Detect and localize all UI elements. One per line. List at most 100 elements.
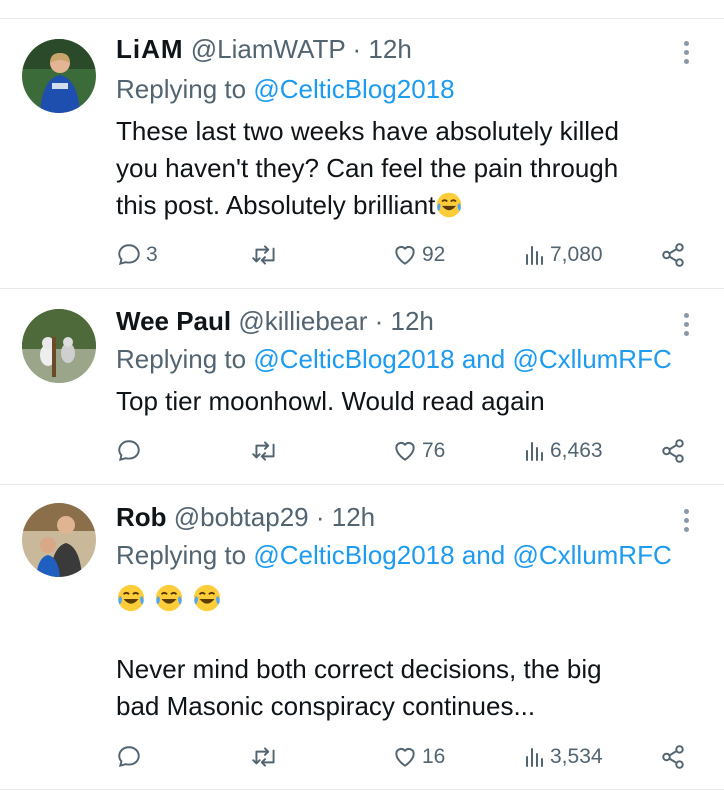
avatar[interactable]	[22, 309, 96, 383]
more-options-button[interactable]	[678, 35, 696, 71]
vertical-dots-icon	[684, 41, 689, 46]
mention-link-2[interactable]: @CxllumRFC	[512, 344, 671, 374]
face-with-tears-of-joy-emoji	[116, 583, 146, 613]
share-nodes-icon	[662, 745, 684, 769]
views-button[interactable]: 3,534	[524, 740, 603, 774]
more-options-button[interactable]	[678, 503, 696, 539]
views-button[interactable]: 6,463	[524, 434, 603, 468]
heart-icon	[395, 441, 415, 461]
tweet-text-line: bad Masonic conspiracy continues...	[116, 691, 536, 721]
tweet-text: Top tier moonhowl. Would read again	[116, 383, 706, 420]
reply-button[interactable]	[116, 740, 146, 774]
tweet-text-line: Never mind both correct decisions, the b…	[116, 654, 602, 684]
user-handle[interactable]: @LiamWATP	[191, 34, 346, 64]
tweet-text: These last two weeks have absolutely kil…	[116, 113, 706, 224]
separator-dot: ·	[374, 306, 384, 336]
separator-dot: ·	[315, 502, 325, 532]
reply-button[interactable]: 3	[116, 238, 158, 272]
share-button[interactable]	[660, 740, 686, 774]
divider	[0, 789, 724, 790]
like-count: 16	[422, 745, 446, 768]
tweet-text-segment: this post. Absolutely brilliant	[116, 190, 436, 220]
retweet-button[interactable]	[250, 434, 284, 468]
action-bar: 3 92 7,080	[0, 238, 724, 272]
heart-icon	[395, 747, 415, 767]
replying-to-label: Replying to	[116, 74, 247, 104]
timestamp[interactable]: 12h	[391, 306, 434, 336]
display-name[interactable]: Wee Paul	[116, 306, 231, 336]
tweet-header: LiAM @LiamWATP · 12h	[116, 31, 412, 67]
like-button[interactable]: 76	[392, 434, 445, 468]
tweet-text-line: Top tier moonhowl. Would read again	[116, 386, 545, 416]
face-with-tears-of-joy-emoji	[154, 583, 184, 613]
share-button[interactable]	[660, 238, 686, 272]
tweet-text-line-last: this post. Absolutely brilliant	[116, 187, 706, 224]
retweet-button[interactable]	[250, 740, 284, 774]
mention-and: and	[461, 540, 506, 570]
bar-chart-icon	[526, 748, 543, 767]
mention-link-2[interactable]: @CxllumRFC	[512, 540, 671, 570]
tweet-text-line: you haven't they? Can feel the pain thro…	[116, 153, 619, 183]
vertical-dots-icon	[684, 509, 689, 514]
avatar[interactable]	[22, 503, 96, 577]
vertical-dots-icon-dot	[684, 331, 689, 336]
timestamp[interactable]: 12h	[332, 502, 375, 532]
speech-bubble-icon	[118, 746, 140, 768]
more-options-button[interactable]	[678, 307, 696, 343]
tweet-text-line: These last two weeks have absolutely kil…	[116, 116, 619, 146]
bar-chart-icon	[526, 442, 543, 461]
face-with-tears-of-joy-emoji	[435, 191, 463, 219]
reply-count: 3	[146, 243, 158, 266]
mention-link[interactable]: @CelticBlog2018	[253, 74, 454, 104]
face-with-tears-of-joy-emoji	[192, 583, 222, 613]
separator-dot: ·	[352, 34, 362, 64]
tweet-header: Wee Paul @killiebear · 12h	[116, 303, 434, 339]
user-handle[interactable]: @bobtap29	[174, 502, 309, 532]
mention-and: and	[461, 344, 506, 374]
emoji-row	[116, 581, 706, 618]
vertical-dots-icon-dot	[684, 527, 689, 532]
speech-bubble-icon	[118, 440, 140, 462]
timestamp[interactable]: 12h	[368, 34, 411, 64]
replying-to-line: Replying to @CelticBlog2018 and @CxllumR…	[116, 341, 672, 377]
like-button[interactable]: 92	[392, 238, 445, 272]
mention-link[interactable]: @CelticBlog2018	[253, 540, 454, 570]
views-button[interactable]: 7,080	[524, 238, 603, 272]
replying-to-line: Replying to @CelticBlog2018	[116, 71, 455, 107]
tweet-text: Never mind both correct decisions, the b…	[116, 651, 706, 725]
replying-to-label: Replying to	[116, 344, 247, 374]
action-bar: 16 3,534	[0, 740, 724, 774]
retweet-arrows-icon	[252, 245, 275, 265]
replying-to-line: Replying to @CelticBlog2018 and @CxllumR…	[116, 537, 672, 573]
avatar[interactable]	[22, 39, 96, 113]
share-button[interactable]	[660, 434, 686, 468]
speech-bubble-icon	[118, 244, 140, 266]
tweet-wee-paul[interactable]: Wee Paul @killiebear · 12h Replying to @…	[0, 289, 724, 485]
like-button[interactable]: 16	[392, 740, 445, 774]
like-count: 76	[422, 439, 446, 462]
share-nodes-icon	[662, 439, 684, 463]
display-name[interactable]: Rob	[116, 502, 167, 532]
action-bar: 76 6,463	[0, 434, 724, 468]
tweet-header: Rob @bobtap29 · 12h	[116, 499, 375, 535]
tweet-rob[interactable]: Rob @bobtap29 · 12h Replying to @CelticB…	[0, 485, 724, 790]
retweet-arrows-icon	[252, 441, 275, 461]
reply-button[interactable]	[116, 434, 146, 468]
like-count: 92	[422, 243, 446, 266]
heart-icon	[395, 245, 415, 265]
view-count: 3,534	[550, 745, 603, 768]
replying-to-label: Replying to	[116, 540, 247, 570]
display-name[interactable]: LiAM	[116, 34, 184, 64]
vertical-dots-icon-dot	[684, 322, 689, 327]
mention-link[interactable]: @CelticBlog2018	[253, 344, 454, 374]
vertical-dots-icon-dot	[684, 50, 689, 55]
bar-chart-icon	[526, 246, 543, 265]
vertical-dots-icon-dot	[684, 518, 689, 523]
user-handle[interactable]: @killiebear	[238, 306, 367, 336]
retweet-button[interactable]	[250, 238, 284, 272]
view-count: 6,463	[550, 439, 603, 462]
view-count: 7,080	[550, 243, 603, 266]
retweet-arrows-icon	[252, 747, 275, 767]
vertical-dots-icon	[684, 313, 689, 318]
tweet-liam[interactable]: LiAM @LiamWATP · 12h Replying to @Celtic…	[0, 19, 724, 289]
